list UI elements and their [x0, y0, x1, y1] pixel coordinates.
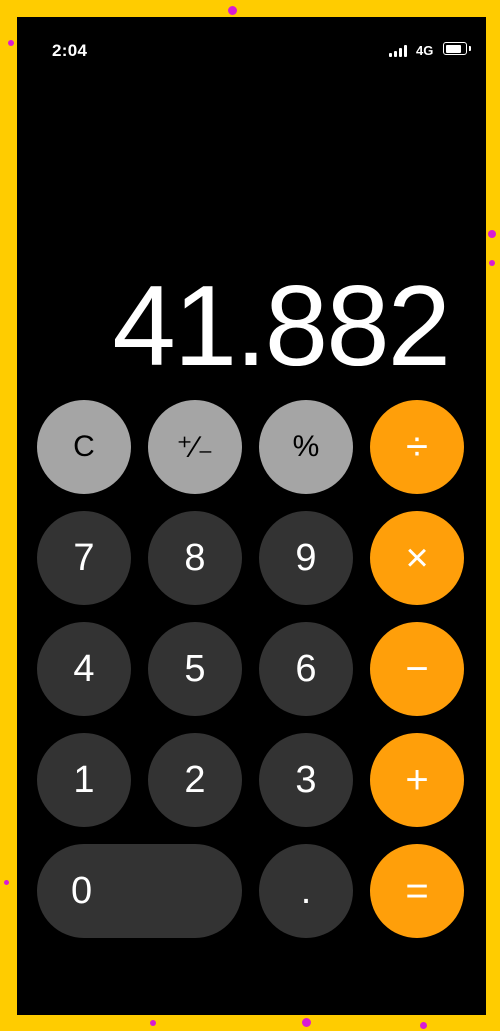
result-display: 41.882	[112, 263, 451, 390]
decorative-dot	[420, 1022, 427, 1029]
decorative-dot	[150, 1020, 156, 1026]
divide-button[interactable]: ÷	[370, 400, 464, 494]
decorative-dot	[228, 6, 237, 15]
status-bar: 2:04 4G	[17, 17, 486, 77]
add-button[interactable]: +	[370, 733, 464, 827]
decimal-button[interactable]: .	[259, 844, 353, 938]
percent-button[interactable]: %	[259, 400, 353, 494]
digit-8-button[interactable]: 8	[148, 511, 242, 605]
multiply-button[interactable]: ×	[370, 511, 464, 605]
sign-toggle-button[interactable]: ⁺∕₋	[148, 400, 242, 494]
digit-9-button[interactable]: 9	[259, 511, 353, 605]
equals-button[interactable]: =	[370, 844, 464, 938]
digit-4-button[interactable]: 4	[37, 622, 131, 716]
digit-1-button[interactable]: 1	[37, 733, 131, 827]
digit-6-button[interactable]: 6	[259, 622, 353, 716]
network-label: 4G	[416, 43, 434, 58]
digit-2-button[interactable]: 2	[148, 733, 242, 827]
decorative-dot	[488, 230, 496, 238]
decorative-dot	[8, 40, 14, 46]
digit-3-button[interactable]: 3	[259, 733, 353, 827]
decorative-dot	[489, 260, 495, 266]
battery-icon	[443, 42, 471, 55]
status-time: 2:04	[52, 41, 88, 60]
clear-button[interactable]: C	[37, 400, 131, 494]
signal-icon	[389, 45, 409, 57]
digit-5-button[interactable]: 5	[148, 622, 242, 716]
digit-0-button[interactable]: 0	[37, 844, 242, 938]
digit-7-button[interactable]: 7	[37, 511, 131, 605]
decorative-dot	[302, 1018, 311, 1027]
decorative-dot	[4, 880, 9, 885]
calculator-screen: 2:04 4G 41.882 C ⁺∕₋ % ÷ 7 8 9 × 4 5 6 −…	[17, 17, 486, 1015]
subtract-button[interactable]: −	[370, 622, 464, 716]
